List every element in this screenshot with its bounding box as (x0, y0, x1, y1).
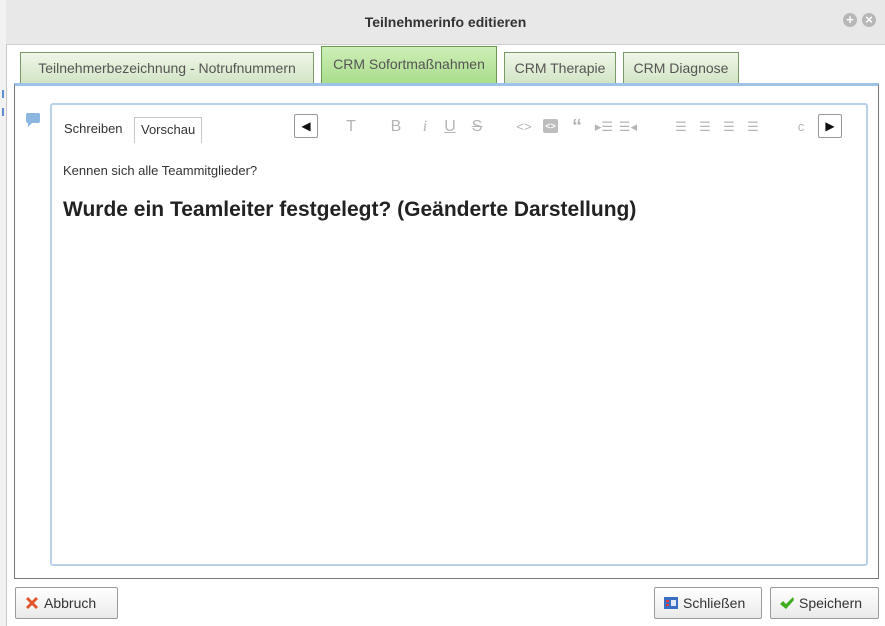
tab-vorschau[interactable]: Vorschau (134, 117, 203, 143)
tab-notrufnummern[interactable]: Teilnehmerbezeichnung - Notrufnummern (20, 52, 314, 84)
scroll-left-button[interactable]: ◀ (294, 114, 318, 138)
left-edge (0, 0, 7, 626)
cancel-icon (26, 597, 38, 609)
save-button[interactable]: Speichern (770, 587, 879, 619)
italic-icon[interactable]: i (420, 116, 430, 138)
preview-paragraph: Kennen sich alle Teammitglieder? (63, 163, 258, 178)
tab-crm-therapie[interactable]: CRM Therapie (504, 52, 616, 84)
edge-mark (2, 108, 4, 116)
maximize-icon[interactable]: + (843, 13, 857, 27)
align-right-icon[interactable]: ☰ (722, 116, 736, 138)
scroll-right-button[interactable]: ▶ (818, 114, 842, 138)
outdent-icon[interactable]: ☰◂ (618, 116, 638, 138)
text-style-icon[interactable]: T (345, 116, 357, 138)
comment-icon[interactable] (26, 113, 40, 127)
quote-icon[interactable]: “ (570, 116, 584, 138)
preview-heading: Wurde ein Teamleiter festgelegt? (Geände… (63, 198, 637, 221)
tab-crm-sofortmassnahmen[interactable]: CRM Sofortmaßnahmen (321, 46, 497, 84)
bold-icon[interactable]: B (390, 116, 402, 138)
preview-content: Kennen sich alle Teammitglieder? Wurde e… (63, 163, 854, 222)
code-block-icon[interactable]: <> (543, 119, 558, 133)
save-label: Speichern (799, 595, 863, 611)
tab-panel: Schreiben Vorschau ◀ T B i U S <> <> “ ▸… (14, 83, 879, 579)
more-icon[interactable]: c (796, 116, 806, 138)
edge-mark (2, 90, 4, 98)
strikethrough-icon[interactable]: S (471, 116, 483, 138)
checkmark-icon (780, 597, 794, 609)
close-label: Schließen (683, 595, 746, 611)
close-button[interactable]: Schließen (654, 587, 762, 619)
cancel-label: Abbruch (44, 595, 97, 611)
indent-icon[interactable]: ▸☰ (594, 116, 614, 138)
justify-icon[interactable]: ☰ (746, 116, 760, 138)
tab-crm-diagnose[interactable]: CRM Diagnose (623, 52, 739, 84)
align-center-icon[interactable]: ☰ (698, 116, 712, 138)
markdown-editor: Schreiben Vorschau ◀ T B i U S <> <> “ ▸… (50, 103, 868, 566)
tab-schreiben[interactable]: Schreiben (58, 117, 129, 143)
close-window-icon (664, 597, 678, 609)
title-bar: Teilnehmerinfo editieren + × (6, 0, 885, 45)
cancel-button[interactable]: Abbruch (15, 587, 118, 619)
align-left-icon[interactable]: ☰ (674, 116, 688, 138)
code-inline-icon[interactable]: <> (515, 116, 533, 138)
close-icon[interactable]: × (862, 13, 876, 27)
editor-toolbar: Schreiben Vorschau ◀ T B i U S <> <> “ ▸… (52, 105, 866, 145)
underline-icon[interactable]: U (444, 116, 456, 138)
window-title: Teilnehmerinfo editieren (364, 14, 527, 30)
